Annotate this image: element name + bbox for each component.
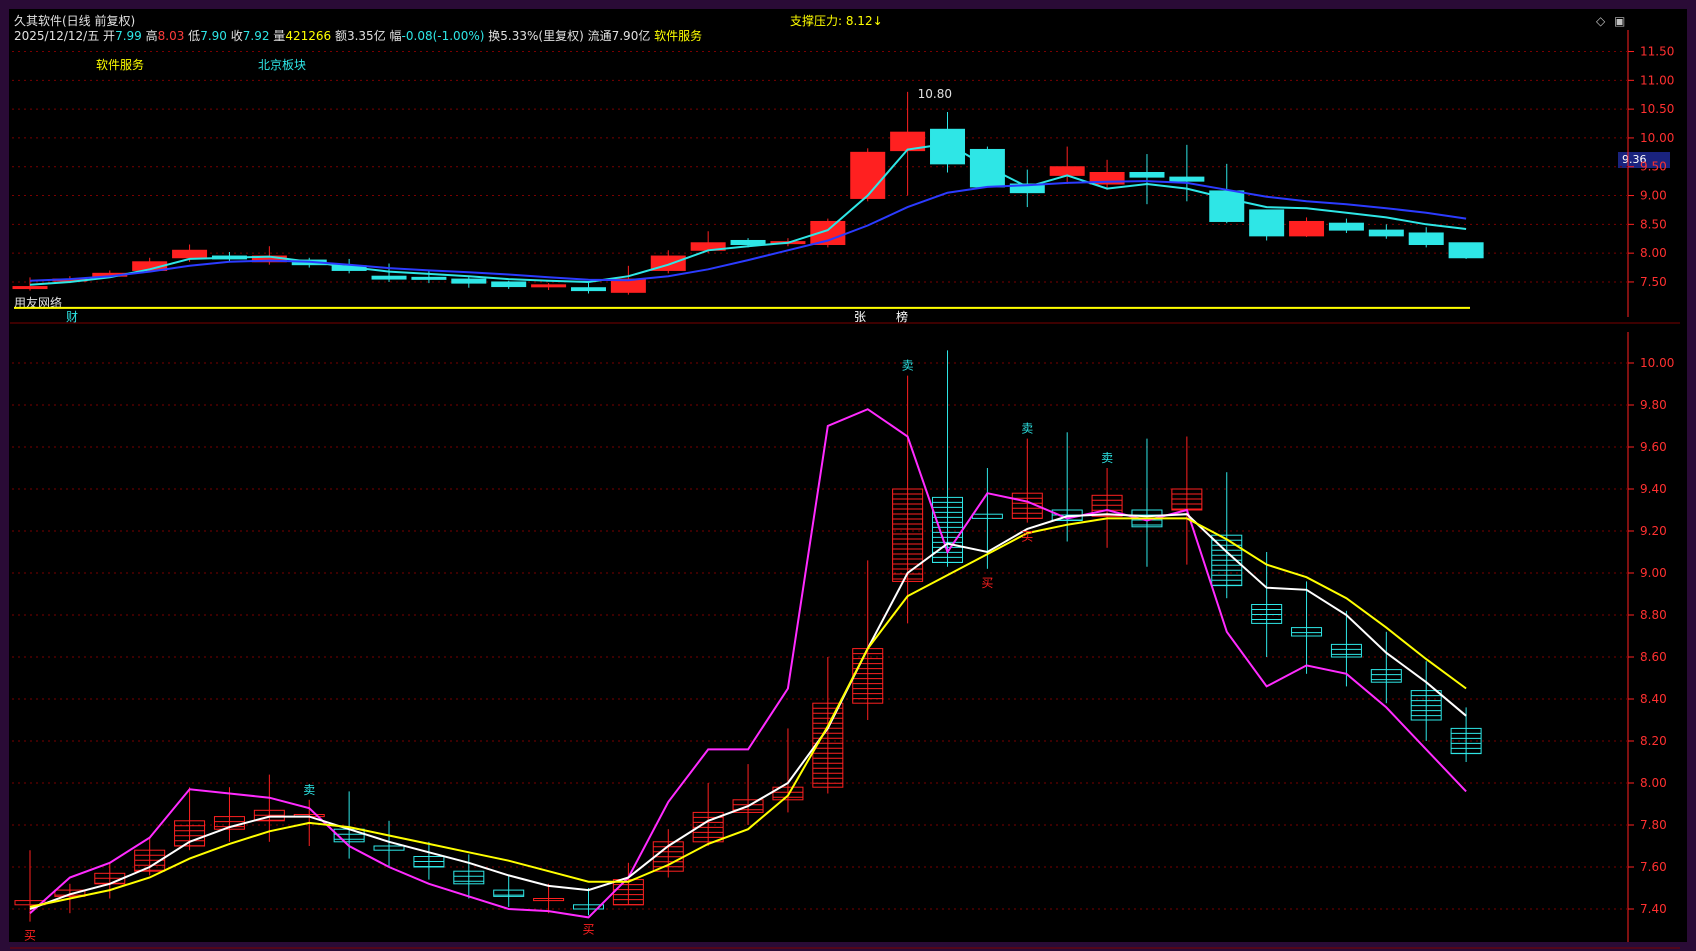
y-tick-label: 7.50 xyxy=(1640,275,1667,289)
y-tick-label: 11.00 xyxy=(1640,73,1674,87)
indicator-line xyxy=(29,517,1467,908)
candle-body xyxy=(850,151,886,199)
candle-body xyxy=(930,128,966,165)
y-tick-label: 7.40 xyxy=(1640,902,1667,916)
chart-canvas: 7.50 8.00 8.50 9.00 9.50 10.00 10.50 11.00 11.50… xyxy=(10,30,1680,949)
y-tick-label: 9.40 xyxy=(1640,482,1667,496)
y-tick-label: 8.00 xyxy=(1640,246,1667,260)
y-tick-label: 7.80 xyxy=(1640,818,1667,832)
indicator-line xyxy=(29,408,1467,919)
candle-body xyxy=(969,148,1005,188)
y-tick-label: 8.20 xyxy=(1640,734,1667,748)
y-tick-label: 9.60 xyxy=(1640,440,1667,454)
sell-mark: 卖 xyxy=(1021,422,1033,436)
sell-mark: 卖 xyxy=(902,359,914,373)
y-tick-label: 9.50 xyxy=(1640,160,1667,174)
y-tick-label: 10.50 xyxy=(1640,102,1674,116)
candle-body xyxy=(570,287,606,292)
candle-body xyxy=(1129,172,1165,178)
indicator-line xyxy=(29,513,1467,910)
candle-body xyxy=(531,284,567,288)
y-tick-label: 9.80 xyxy=(1640,398,1667,412)
y-tick-label: 9.00 xyxy=(1640,189,1667,203)
y-tick-label: 8.00 xyxy=(1640,776,1667,790)
buy-mark: 买 xyxy=(981,576,993,590)
y-tick-label: 8.40 xyxy=(1640,692,1667,706)
buy-mark: 买 xyxy=(1021,530,1033,544)
y-tick-label: 8.80 xyxy=(1640,608,1667,622)
y-tick-label: 10.00 xyxy=(1640,356,1674,370)
buy-mark: 买 xyxy=(24,929,36,943)
y-tick-label: 11.50 xyxy=(1640,45,1674,59)
sell-mark: 卖 xyxy=(303,783,315,797)
y-tick-label: 7.60 xyxy=(1640,860,1667,874)
candle-body xyxy=(491,281,527,288)
candle-body xyxy=(1169,176,1205,182)
candle-body xyxy=(1448,242,1484,259)
buy-mark: 买 xyxy=(582,922,594,936)
candle-body xyxy=(12,286,48,290)
candle-body xyxy=(451,278,487,284)
bottom-candlestick-chart[interactable]: 7.40 7.60 7.80 8.00 8.20 8.40 8.60 8.80 9.00 9.20… xyxy=(10,332,1680,949)
candle-body xyxy=(371,275,407,280)
top-candlestick-chart[interactable]: 7.50 8.00 8.50 9.00 9.50 10.00 10.50 11.00 11.50… xyxy=(10,30,1680,324)
candle-body xyxy=(172,249,208,259)
high-price-marker: 10.80 xyxy=(918,87,952,101)
candle-body xyxy=(1049,166,1085,176)
y-tick-label: 9.20 xyxy=(1640,524,1667,538)
candle-body xyxy=(730,239,766,246)
y-tick-label: 9.00 xyxy=(1640,566,1667,580)
candle-body xyxy=(411,276,447,280)
y-tick-label: 10.00 xyxy=(1640,131,1674,145)
sell-mark: 卖 xyxy=(1101,451,1113,465)
candle-body xyxy=(1289,220,1325,237)
y-tick-label: 8.60 xyxy=(1640,650,1667,664)
y-tick-label: 8.50 xyxy=(1640,217,1667,231)
candle-body xyxy=(1408,232,1444,246)
candle-body xyxy=(1328,222,1364,231)
candle-body xyxy=(1368,229,1404,237)
candle-body xyxy=(1249,209,1285,237)
